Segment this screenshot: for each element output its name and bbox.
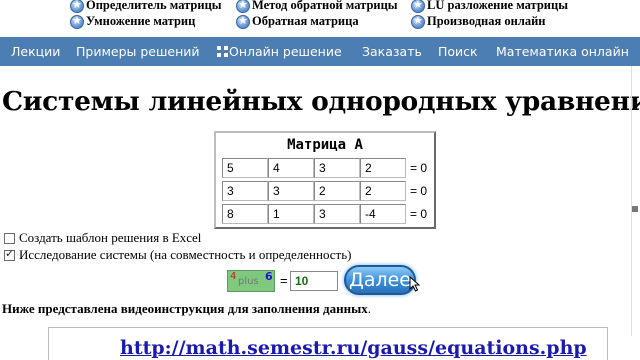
excel-template-label: Создать шаблон решения в Excel [19, 230, 202, 245]
matrix-cell-1-2[interactable]: 4 [268, 158, 314, 178]
matrix-cell-3-2[interactable]: 1 [268, 204, 314, 224]
top-link-label: Метод обратной матрицы [252, 0, 398, 12]
matrix-cell-1-3[interactable]: 3 [314, 158, 360, 178]
nav-math-online[interactable]: Математика онлайн [496, 44, 629, 59]
top-link-lu[interactable]: LU разложение матрицы [411, 0, 568, 13]
star-icon [236, 0, 250, 13]
top-link-inverse-method[interactable]: Метод обратной матрицы [236, 0, 398, 13]
excel-template-checkbox[interactable] [4, 232, 15, 244]
nav-examples[interactable]: Примеры решений [76, 44, 200, 59]
matrix-rhs-3: = 0 [410, 207, 428, 221]
top-link-inverse[interactable]: Обратная матрица [236, 14, 359, 29]
next-button[interactable]: Далее [344, 265, 416, 295]
matrix-cell-3-1[interactable]: 8 [222, 204, 268, 224]
top-links: Определитель матрицы Метод обратной матр… [0, 0, 640, 36]
top-link-label: Обратная матрица [252, 14, 359, 28]
video-note-text: Ниже представлена видеоинструкция для за… [2, 301, 368, 316]
nav-order[interactable]: Заказать [362, 44, 422, 59]
grid-icon [217, 46, 228, 57]
matrix-cell-2-3[interactable]: 2 [314, 181, 360, 201]
matrix-cell-1-4[interactable]: 2 [360, 158, 406, 178]
nav-lectures[interactable]: Лекции [11, 44, 60, 59]
excel-template-option[interactable]: Создать шаблон решения в Excel [4, 230, 201, 246]
matrix-cell-2-2[interactable]: 3 [268, 181, 314, 201]
investigate-checkbox[interactable] [4, 247, 15, 261]
matrix-cell-1-1[interactable]: 5 [222, 158, 268, 178]
star-icon [411, 14, 425, 29]
captcha-image: 4 plus 6 [227, 270, 275, 292]
video-link[interactable]: http://math.semestr.ru/gauss/equations.p… [120, 337, 587, 359]
scroll-marker[interactable] [632, 206, 638, 212]
matrix-cell-2-1[interactable]: 3 [222, 181, 268, 201]
nav-online-solution-label: Онлайн решение [229, 44, 342, 59]
top-link-determinant[interactable]: Определитель матрицы [70, 0, 222, 13]
top-link-label: Умножение матриц [86, 14, 196, 28]
top-link-label: Производная онлайн [427, 14, 546, 28]
matrix-cell-2-4[interactable]: 2 [360, 181, 406, 201]
matrix-panel: Матрица A 5 4 3 2 = 0 3 3 2 2 = 0 8 1 3 … [214, 131, 436, 229]
investigate-label: Исследование системы (на совместность и … [19, 247, 352, 262]
captcha-op: plus [238, 276, 259, 287]
captcha-answer-input[interactable]: 10 [290, 271, 338, 291]
matrix-cell-3-4[interactable]: -4 [360, 204, 406, 224]
captcha-b: 6 [265, 270, 273, 283]
captcha-equals: = [280, 273, 288, 288]
investigate-option[interactable]: Исследование системы (на совместность и … [4, 247, 351, 263]
top-link-derivative[interactable]: Производная онлайн [411, 14, 546, 29]
divider [631, 66, 632, 336]
matrix-rhs-1: = 0 [410, 161, 428, 175]
video-note-tail: . [367, 301, 372, 316]
top-link-label: Определитель матрицы [86, 0, 222, 12]
nav-bar: Лекции Примеры решений Онлайн решение За… [0, 37, 640, 66]
top-link-label: LU разложение матрицы [427, 0, 568, 12]
matrix-cell-3-3[interactable]: 3 [314, 204, 360, 224]
captcha-a: 4 [230, 271, 237, 282]
nav-search[interactable]: Поиск [438, 44, 478, 59]
star-icon [70, 14, 84, 29]
star-icon [411, 0, 425, 13]
star-icon [236, 14, 250, 29]
star-icon [70, 0, 84, 13]
matrix-rhs-2: = 0 [410, 184, 428, 198]
page-title: Системы линейных однородных уравнений [2, 86, 640, 117]
top-link-multiplication[interactable]: Умножение матриц [70, 14, 195, 29]
matrix-title: Матрица A [287, 137, 363, 153]
nav-online-solution[interactable]: Онлайн решение [217, 44, 342, 59]
video-note: Ниже представлена видеоинструкция для за… [2, 301, 371, 317]
